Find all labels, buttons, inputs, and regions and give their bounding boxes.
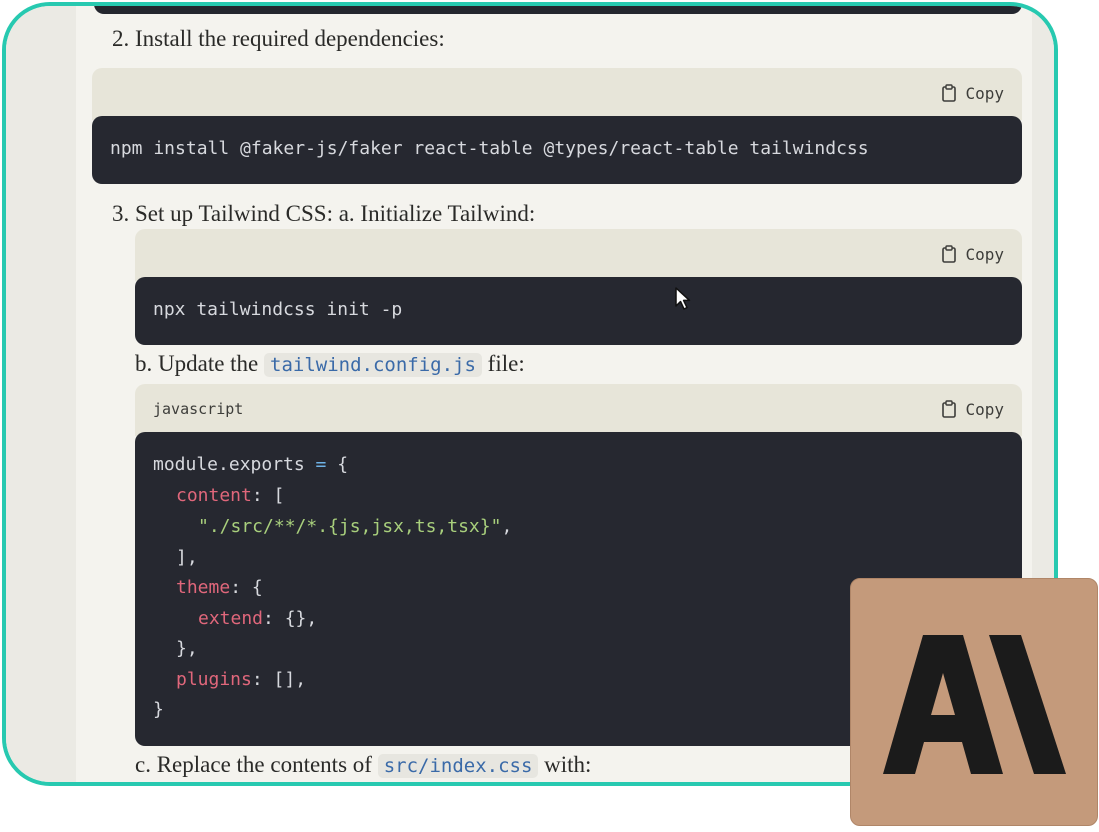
step-3b-heading: b. Update the tailwind.config.js file: [135, 351, 525, 377]
anthropic-logo [850, 578, 1098, 826]
token: : [ [251, 485, 285, 506]
code-header: Copy [135, 229, 1022, 281]
inline-code-filename: src/index.css [377, 754, 539, 778]
code-body: npm install @faker-js/faker react-table … [92, 116, 1022, 184]
code-line: extend: {}, [198, 608, 317, 629]
step-3c-prefix: c. Replace the contents of [135, 752, 372, 777]
clipboard-icon [942, 245, 957, 263]
step-3c-suffix: with: [544, 752, 592, 777]
token: { [337, 454, 349, 475]
code-language-label: javascript [153, 400, 244, 418]
code-line: } [153, 699, 164, 720]
token: content [176, 485, 252, 506]
step-2-heading: 2. Install the required dependencies: [112, 26, 445, 51]
code-line: "./src/**/*.{js,jsx,ts,tsx}", [198, 516, 512, 537]
copy-label: Copy [965, 399, 1004, 419]
token: : [], [251, 669, 307, 690]
inline-code-filename: tailwind.config.js [264, 353, 482, 377]
code-line: npm install @faker-js/faker react-table … [110, 138, 869, 159]
step-3b-prefix: b. Update the [135, 351, 259, 376]
copy-button[interactable]: Copy [941, 243, 1004, 265]
token: : {}, [263, 608, 318, 629]
token: , [501, 516, 513, 537]
previous-code-block [94, 6, 1022, 14]
code-block-install: Copy npm install @faker-js/faker react-t… [92, 68, 1022, 184]
code-line: theme: { [176, 577, 263, 598]
mouse-cursor-icon [675, 287, 691, 310]
token: = [304, 454, 338, 475]
copy-button[interactable]: Copy [941, 398, 1004, 420]
copy-button[interactable]: Copy [941, 82, 1004, 104]
token: extend [198, 608, 264, 629]
token: "./src/**/*.{js,jsx,ts,tsx}" [198, 516, 502, 537]
copy-label: Copy [965, 244, 1004, 264]
code-line: content: [ [176, 485, 284, 506]
anthropic-logo-icon [883, 635, 1066, 774]
token: module.exports [153, 454, 305, 475]
step-3-heading: 3. Set up Tailwind CSS: a. Initialize Ta… [112, 201, 536, 226]
copy-label: Copy [965, 83, 1004, 103]
step-3b-suffix: file: [487, 351, 525, 376]
token: plugins [176, 669, 252, 690]
token: theme [176, 577, 231, 598]
clipboard-icon [942, 400, 957, 418]
code-header: Copy [92, 68, 1022, 120]
clipboard-icon [942, 84, 957, 102]
code-header: javascript Copy [135, 384, 1022, 436]
code-line: }, [176, 638, 198, 659]
code-line: npx tailwindcss init -p [153, 299, 403, 320]
token: : { [230, 577, 263, 598]
code-line: plugins: [], [176, 669, 306, 690]
code-block-init: Copy npx tailwindcss init -p [135, 229, 1022, 345]
code-body: npx tailwindcss init -p [135, 277, 1022, 345]
step-3c-heading: c. Replace the contents of src/index.css… [135, 752, 591, 778]
left-gutter [6, 6, 76, 782]
code-line: ], [176, 547, 198, 568]
code-line: module.exports = { [153, 454, 348, 475]
